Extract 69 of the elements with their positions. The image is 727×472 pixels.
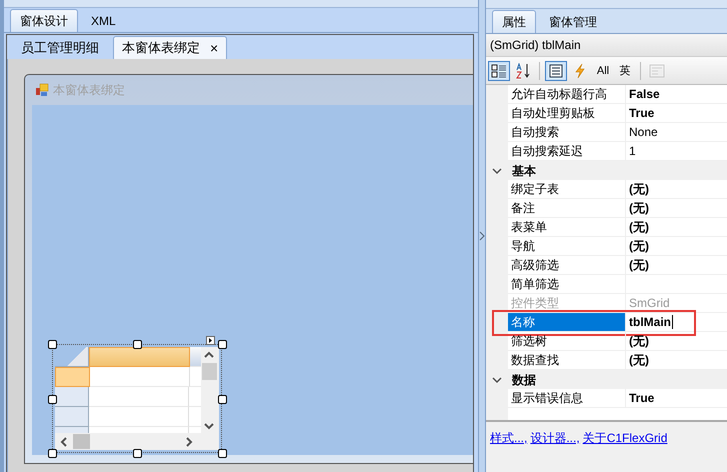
property-value[interactable]: (无): [626, 332, 727, 351]
list-icon: [548, 62, 564, 78]
resize-handle[interactable]: [48, 340, 57, 349]
sort-icon: [515, 62, 531, 78]
form-title: 本窗体表绑定: [53, 82, 125, 98]
property-value[interactable]: False: [626, 85, 727, 104]
property-pages-icon: [649, 62, 665, 78]
designer-tab[interactable]: XML: [82, 10, 125, 32]
property-name[interactable]: 导航: [508, 237, 626, 256]
property-name[interactable]: 筛选树: [508, 332, 626, 351]
close-icon[interactable]: ×: [210, 37, 218, 59]
panel-tab[interactable]: 属性: [492, 10, 536, 33]
category-label: 基本: [512, 162, 536, 180]
resize-handle[interactable]: [48, 449, 57, 458]
scroll-thumb[interactable]: [73, 434, 90, 449]
object-selector[interactable]: (SmGrid) tblMain: [486, 34, 727, 57]
resize-handle[interactable]: [218, 449, 227, 458]
property-value[interactable]: None: [626, 123, 727, 142]
property-name[interactable]: 允许自动标题行高: [508, 85, 626, 104]
property-value[interactable]: True: [626, 104, 727, 123]
toolbar-button[interactable]: 英: [615, 60, 635, 80]
toolbar-button[interactable]: All: [593, 60, 613, 80]
resize-handle[interactable]: [133, 449, 142, 458]
document-tab[interactable]: 员工管理明细: [13, 37, 107, 59]
form-icon: [35, 83, 49, 97]
property-name[interactable]: 表菜单: [508, 218, 626, 237]
property-value[interactable]: (无): [626, 237, 727, 256]
property-name[interactable]: 自动搜索: [508, 123, 626, 142]
grid-corner-cell: [55, 347, 89, 367]
property-value[interactable]: (无): [626, 199, 727, 218]
property-name[interactable]: 显示错误信息: [508, 389, 626, 408]
grid-header-cell: [190, 347, 201, 367]
grid-row-header: [55, 367, 90, 387]
panel-tab[interactable]: 窗体管理: [540, 11, 606, 33]
resize-handle[interactable]: [218, 340, 227, 349]
property-name[interactable]: 名称: [508, 313, 626, 332]
category-list-icon: [491, 62, 507, 78]
link[interactable]: 关于C1FlexGrid: [582, 430, 668, 447]
resize-handle[interactable]: [133, 340, 142, 349]
property-name[interactable]: 简单筛选: [508, 275, 626, 294]
property-value[interactable]: (无): [626, 218, 727, 237]
category-label: 数据: [512, 372, 536, 388]
link[interactable]: 样式...,: [490, 430, 528, 447]
property-value[interactable]: tblMain: [626, 313, 727, 332]
scroll-down-icon[interactable]: [203, 422, 215, 430]
property-name[interactable]: 绑定子表: [508, 180, 626, 199]
link[interactable]: 设计器...,: [530, 430, 580, 447]
tab-label: 本窗体表绑定: [122, 39, 200, 57]
chevron-icon[interactable]: [492, 376, 502, 384]
chevron-icon[interactable]: [492, 166, 502, 174]
property-name[interactable]: 备注: [508, 199, 626, 218]
tab-label: 员工管理明细: [21, 39, 99, 57]
scroll-thumb[interactable]: [202, 363, 216, 380]
property-value[interactable]: (无): [626, 180, 727, 199]
resize-handle[interactable]: [48, 395, 57, 404]
categorized-button[interactable]: [488, 60, 510, 80]
scroll-left-icon[interactable]: [60, 436, 68, 448]
property-name[interactable]: 自动处理剪贴板: [508, 104, 626, 123]
scroll-right-icon[interactable]: [185, 436, 193, 448]
property-name[interactable]: 高级筛选: [508, 256, 626, 275]
grid-row-header: [55, 387, 89, 407]
property-value[interactable]: (无): [626, 256, 727, 275]
document-tab[interactable]: 本窗体表绑定 ×: [113, 36, 228, 59]
resize-handle[interactable]: [218, 395, 227, 404]
designer-tab[interactable]: 窗体设计: [10, 9, 78, 32]
property-value[interactable]: True: [626, 389, 727, 408]
scroll-up-icon[interactable]: [203, 351, 215, 359]
smart-tag-icon[interactable]: [206, 336, 215, 345]
properties-button[interactable]: [545, 60, 567, 80]
